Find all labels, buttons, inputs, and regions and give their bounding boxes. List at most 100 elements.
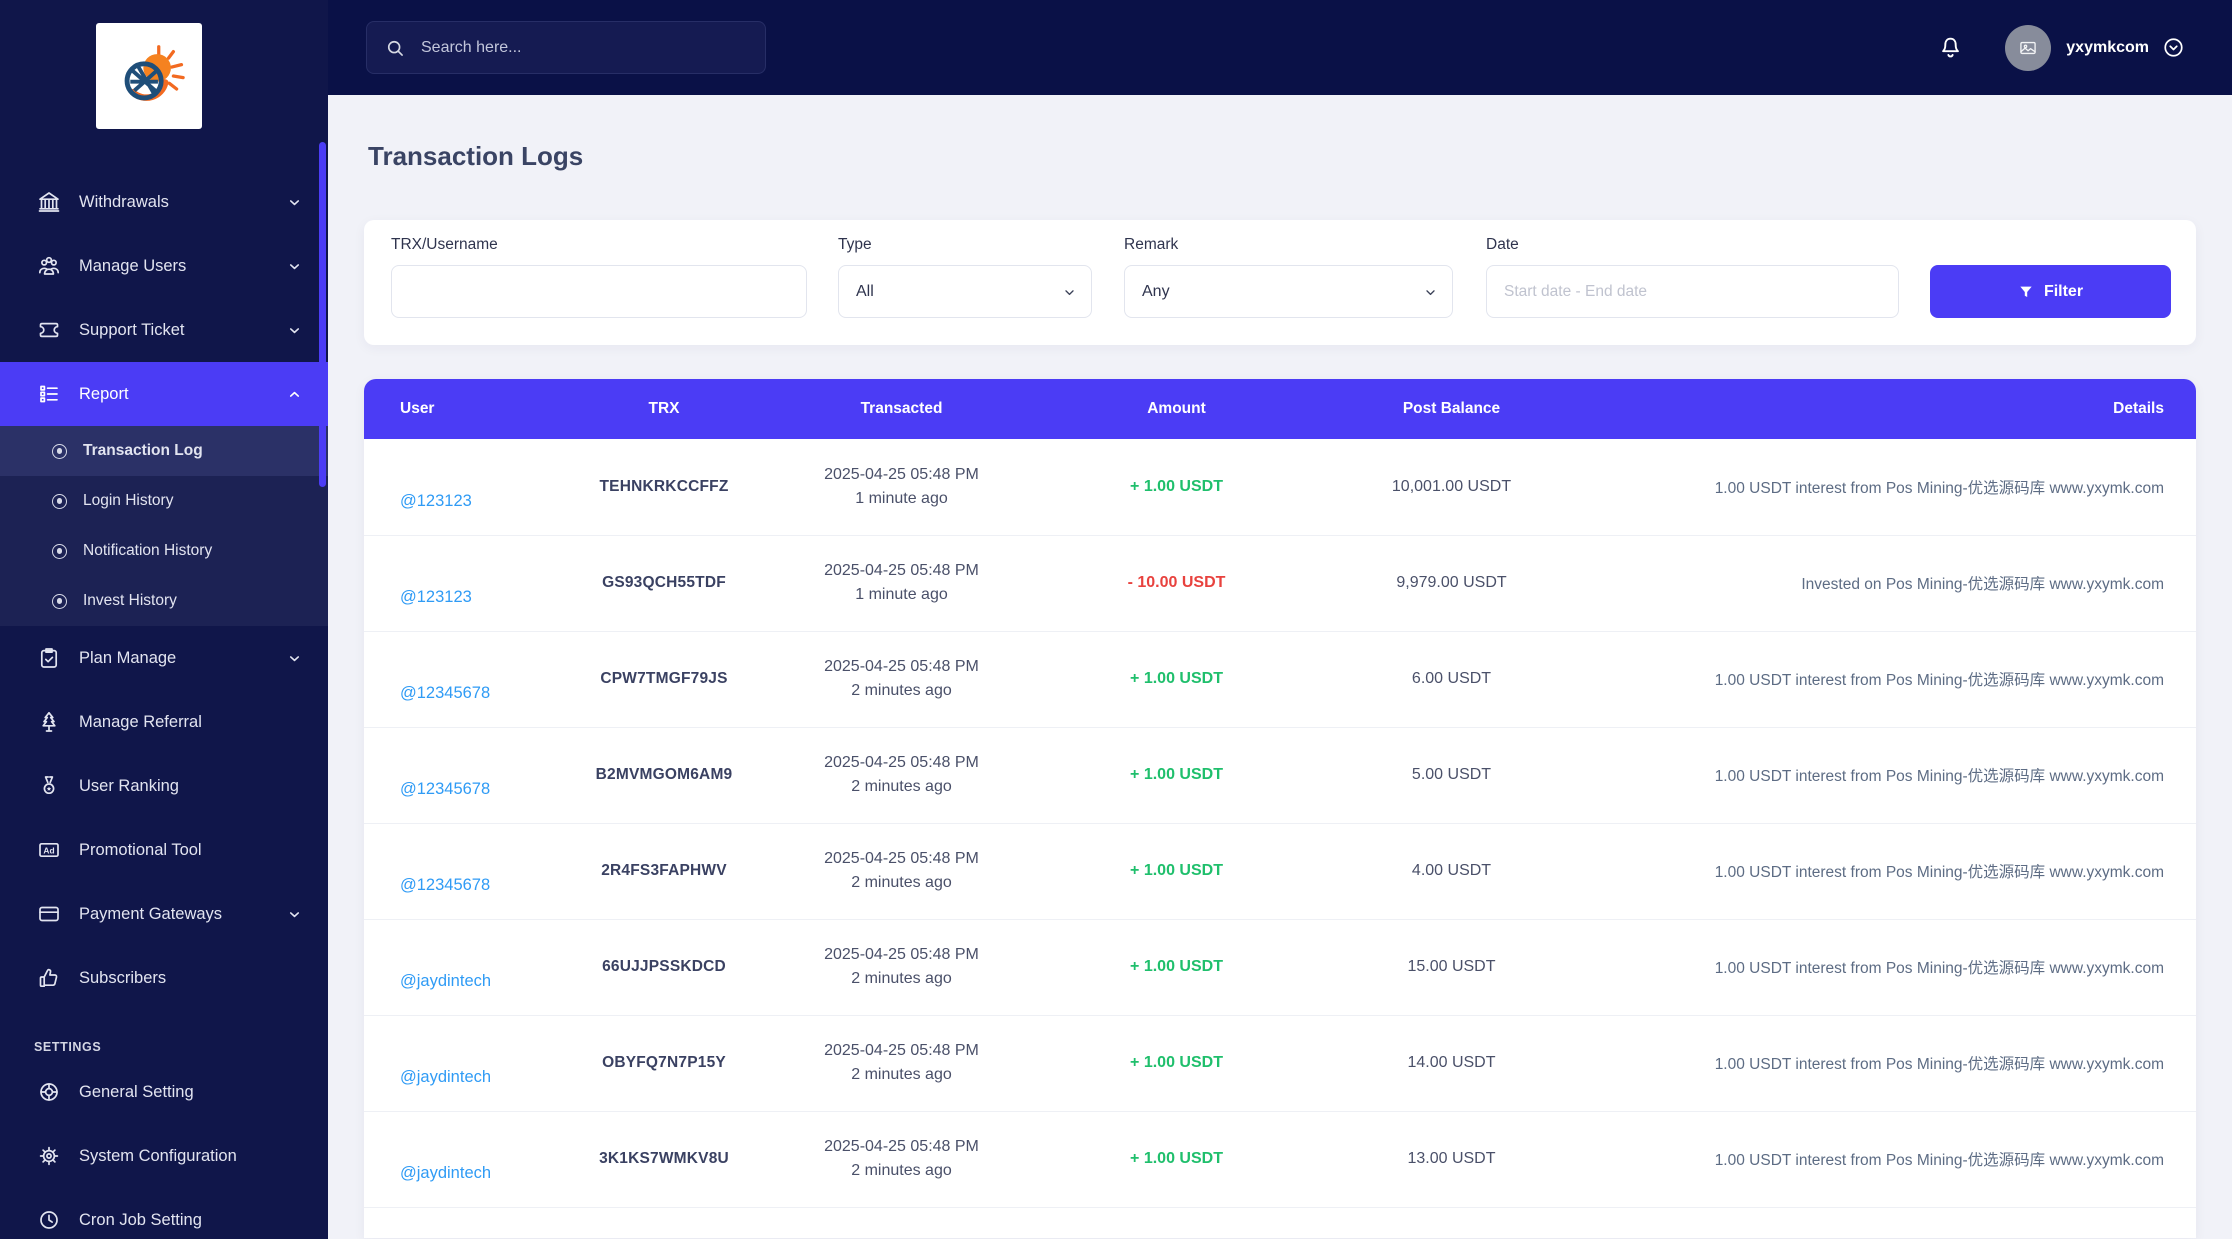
sidebar-item-promotional-tool[interactable]: Ad Promotional Tool [0,818,328,882]
user-link[interactable]: @jaydintech [400,1068,491,1086]
sidebar-item-manage-users[interactable]: Manage Users [0,234,328,298]
sidebar-item-payment-gateways[interactable]: Payment Gateways [0,882,328,946]
sidebar-item-report[interactable]: Report [0,362,328,426]
post-balance-cell: 6.00 USDT [1411,670,1492,687]
sidebar-item-user-ranking[interactable]: User Ranking [0,754,328,818]
date-label: Date [1486,236,1519,253]
transacted-datetime: 2025-04-25 05:48 PM [824,1138,979,1155]
transacted-cell: 2025-04-25 05:48 PM 1 minute ago [794,439,1009,535]
clipboard-icon [36,645,62,671]
table-row: @123123 TEHNKRKCCFFZ 2025-04-25 05:48 PM 1 … [364,439,2196,535]
chevron-down-circle-icon [2164,38,2183,57]
details-cell: 1.00 USDT interest from Pos Mining-优选源码库… [1714,1152,2164,1169]
trx-username-input[interactable] [391,265,807,318]
amount-cell: + 1.00 USDT [1130,862,1223,879]
trx-code: CPW7TMGF79JS [600,670,728,687]
topbar-actions: yxymkcom [1937,0,2185,95]
sidebar-item-subscribers[interactable]: Subscribers [0,946,328,1010]
sidebar-subitem-label: Notification History [83,542,213,559]
type-select[interactable]: All [838,265,1092,318]
sidebar-item-label: Payment Gateways [79,904,223,923]
trx-code: B2MVMGOM6AM9 [595,766,733,783]
table-row: @jaydintech 3K1KS7WMKV8U 2025-04-25 05:48 … [364,1111,2196,1207]
filter-button[interactable]: Filter [1930,265,2171,318]
notifications-button[interactable] [1937,34,1964,61]
trx-code: TEHNKRKCCFFZ [599,477,729,495]
user-link[interactable]: @12345678 [400,780,490,798]
sidebar-item-cron-job-setting[interactable]: Cron Job Setting [0,1188,328,1239]
sidebar-subitem-invest-history[interactable]: Invest History [0,576,328,626]
transactions-table: User TRX Transacted Amount Post Balance Detai… [364,379,2196,1238]
filter-field-trx-username: TRX/Username [391,220,807,345]
gear-icon [36,1143,62,1169]
transacted-cell: 2025-04-25 05:48 PM 2 minutes ago [794,919,1009,1015]
circle-dot-icon [52,493,67,509]
sidebar-item-plan-manage[interactable]: Plan Manage [0,626,328,690]
table-row: @jaydintech 66UJJPSSKDCD 2025-04-25 05:48 … [364,919,2196,1015]
sidebar-item-support-ticket[interactable]: Support Ticket [0,298,328,362]
sidebar-subitem-notification-history[interactable]: Notification History [0,526,328,576]
table-row: @12345678 2R4FS3FAPHWV 2025-04-25 05:48 PM… [364,823,2196,919]
user-link[interactable]: @12345678 [400,876,490,894]
transactions-table-card: User TRX Transacted Amount Post Balance Detai… [364,379,2196,1238]
chevron-down-icon [287,259,302,274]
sidebar-item-system-configuration[interactable]: System Configuration [0,1124,328,1188]
amount-cell: + 1.00 USDT [1130,477,1223,495]
date-range-input[interactable] [1486,265,1899,318]
sun-globe-logo-icon [124,45,185,101]
filter-button-label: Filter [2043,282,2084,300]
table-row: @123123 GS93QCH55TDF 2025-04-25 05:48 PM 1 … [364,535,2196,631]
credit-card-icon [36,901,62,927]
sidebar-scrollbar[interactable] [319,142,326,487]
circle-dot-icon [52,443,67,459]
sidebar-subitem-transaction-log[interactable]: Transaction Log [0,426,328,476]
sidebar-item-label: General Setting [79,1082,194,1101]
search-box [366,21,766,74]
sidebar-item-manage-referral[interactable]: Manage Referral [0,690,328,754]
user-link[interactable]: @123123 [400,588,472,606]
user-cell: @jaydintech [364,919,534,1015]
filter-card: TRX/Username Type All Remark Any Date Fi… [364,220,2196,345]
sidebar-settings-header: SETTINGS [34,1040,102,1054]
chevron-down-icon [287,907,302,922]
brand-logo[interactable] [96,23,202,129]
bank-icon [36,189,62,215]
user-cell: @123123 [364,439,534,535]
filter-field-type: Type All [838,220,1092,345]
circle-dot-icon [52,593,67,609]
transacted-relative: 2 minutes ago [851,682,952,699]
sidebar-subitem-label: Invest History [83,592,177,609]
user-menu-chevron[interactable] [2162,36,2185,59]
sidebar-subitem-login-history[interactable]: Login History [0,476,328,526]
user-link[interactable]: @jaydintech [400,1164,491,1182]
column-header-transacted: Transacted [860,400,943,417]
sidebar-item-label: Cron Job Setting [79,1210,202,1229]
remark-select[interactable]: Any [1124,265,1453,318]
transacted-cell: 2025-04-25 05:48 PM 2 minutes ago [794,1111,1009,1207]
details-cell: 1.00 USDT interest from Pos Mining-优选源码库… [1714,960,2164,977]
user-cell: @jaydintech [364,1015,534,1111]
table-row [364,1207,2196,1238]
user-cell: @jaydintech [364,1111,534,1207]
user-link[interactable]: @12345678 [400,684,490,702]
chevron-down-icon [287,651,302,666]
medal-icon [36,773,62,799]
user-cell: @12345678 [364,823,534,919]
sidebar-item-general-setting[interactable]: General Setting [0,1060,328,1124]
sidebar-item-label: Support Ticket [79,320,185,339]
user-link[interactable]: @jaydintech [400,972,491,990]
trx-code: 66UJJPSSKDCD [602,958,726,975]
sidebar-item-withdrawals[interactable]: Withdrawals [0,170,328,234]
amount-cell: + 1.00 USDT [1130,1150,1223,1167]
page-title: Transaction Logs [368,141,584,171]
transacted-relative: 2 minutes ago [851,1066,952,1083]
report-icon [36,381,62,407]
transacted-cell: 2025-04-25 05:48 PM 2 minutes ago [794,823,1009,919]
user-link[interactable]: @123123 [400,492,472,510]
details-cell: 1.00 USDT interest from Pos Mining-优选源码库… [1714,1056,2164,1073]
avatar[interactable] [2005,24,2052,71]
post-balance-cell: 14.00 USDT [1407,1054,1496,1071]
search-input[interactable] [419,37,747,58]
chevron-down-icon [287,323,302,338]
username[interactable]: yxymkcom [2066,39,2149,57]
